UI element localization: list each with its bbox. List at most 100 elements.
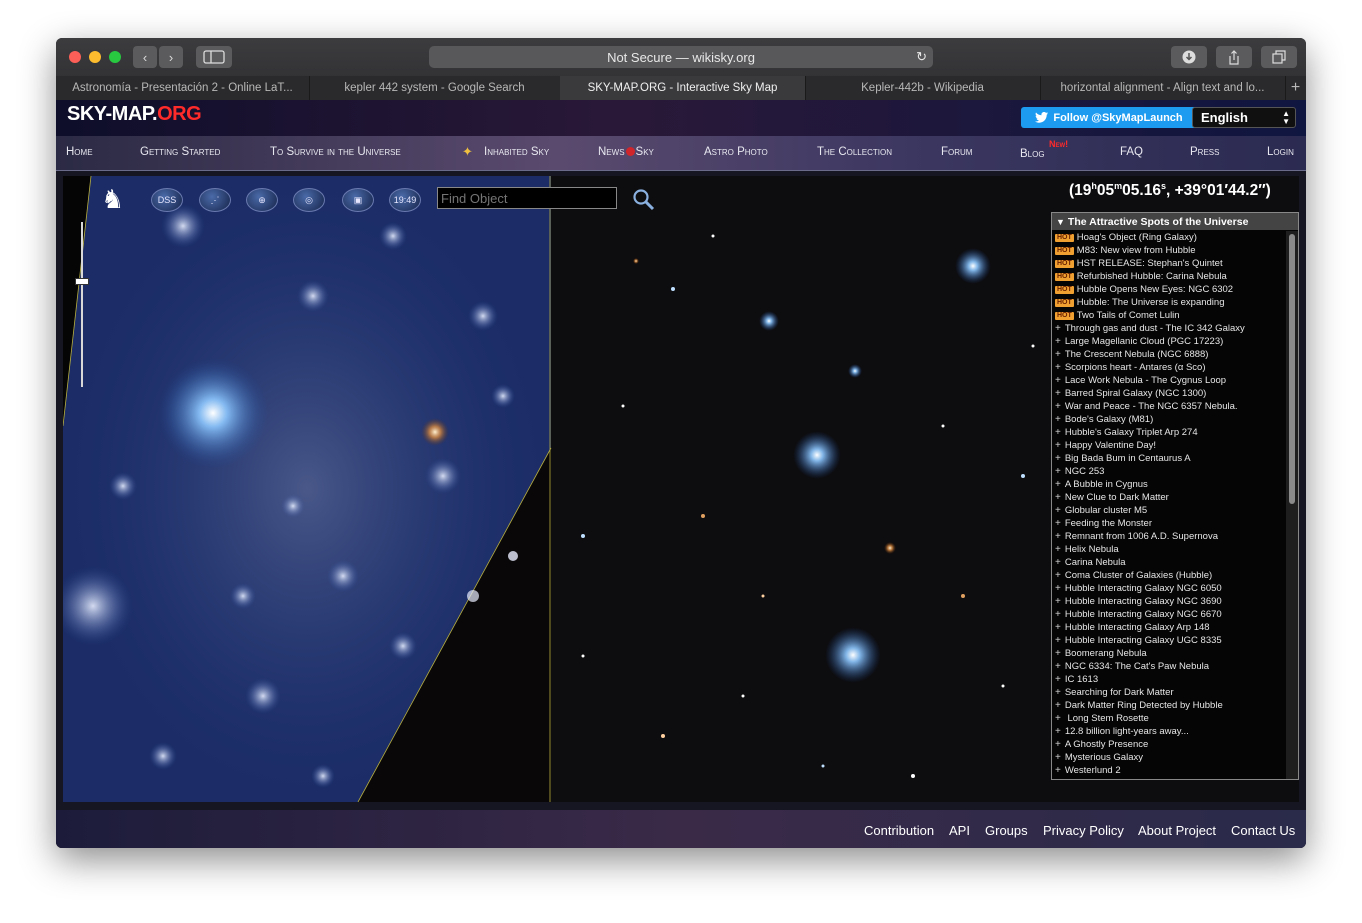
close-window-button[interactable]: [69, 51, 81, 63]
list-item[interactable]: + Big Bada Bum in Centaurus A: [1052, 452, 1286, 465]
list-item[interactable]: HOT M83: New view from Hubble: [1052, 244, 1286, 257]
list-item[interactable]: + War and Peace - The NGC 6357 Nebula.: [1052, 400, 1286, 413]
back-button[interactable]: ‹: [133, 46, 157, 68]
nav-getting-started[interactable]: Getting Started: [140, 146, 220, 158]
nav-the-collection[interactable]: The Collection: [817, 146, 892, 158]
list-item[interactable]: + Feeding the Monster: [1052, 517, 1286, 530]
language-select[interactable]: English ▲ ▼: [1192, 107, 1296, 128]
nav-inhabited-sky[interactable]: Inhabited Sky: [484, 146, 549, 158]
grid-button[interactable]: ⊕: [246, 188, 278, 212]
footer-api-link[interactable]: API: [949, 823, 970, 838]
reload-icon[interactable]: ↻: [916, 49, 927, 65]
list-item[interactable]: HOT HST RELEASE: Stephan's Quintet: [1052, 257, 1286, 270]
nav-press[interactable]: Press: [1190, 146, 1219, 158]
forward-button[interactable]: ›: [159, 46, 183, 68]
downloads-button[interactable]: [1171, 46, 1207, 68]
list-item[interactable]: HOT Hoag's Object (Ring Galaxy): [1052, 231, 1286, 244]
list-item[interactable]: + Scorpions heart - Antares (α Sco): [1052, 361, 1286, 374]
skymap-logo-icon[interactable]: ♞: [101, 182, 135, 216]
tab-4[interactable]: Kepler-442b - Wikipedia: [805, 76, 1041, 100]
panel-scrollbar[interactable]: [1286, 231, 1298, 779]
find-object-input[interactable]: [437, 187, 617, 209]
list-item[interactable]: HOT Hubble: The Universe is expanding: [1052, 296, 1286, 309]
sidebar-button[interactable]: [196, 46, 232, 68]
tabs-overview-button[interactable]: [1261, 46, 1297, 68]
footer-groups-link[interactable]: Groups: [985, 823, 1028, 838]
share-button[interactable]: [1216, 46, 1252, 68]
list-item[interactable]: + Dark Matter Ring Detected by Hubble: [1052, 699, 1286, 712]
plus-icon: +: [1055, 700, 1061, 711]
footer-privacy-link[interactable]: Privacy Policy: [1043, 823, 1124, 838]
sky-map-viewer[interactable]: ♞ DSS ⋰ ⊕ ◎ ▣ 19:49 (19h05m05.16s, +39°0…: [63, 176, 1299, 802]
tab-3-active[interactable]: SKY-MAP.ORG - Interactive Sky Map: [560, 76, 806, 100]
tab-5[interactable]: horizontal alignment - Align text and lo…: [1040, 76, 1286, 100]
list-item[interactable]: + Hubble's Galaxy Triplet Arp 274: [1052, 426, 1286, 439]
list-item[interactable]: + Westerlund 2: [1052, 764, 1286, 777]
tab-2[interactable]: kepler 442 system - Google Search: [309, 76, 561, 100]
list-item[interactable]: + Globular cluster M5: [1052, 504, 1286, 517]
time-button[interactable]: 19:49: [389, 188, 421, 212]
site-logo[interactable]: SKY-MAP.ORG: [67, 103, 202, 126]
nav-home[interactable]: Home: [66, 146, 93, 158]
list-item[interactable]: + Happy Valentine Day!: [1052, 439, 1286, 452]
list-item[interactable]: + Hubble Interacting Galaxy NGC 6050: [1052, 582, 1286, 595]
search-button[interactable]: [632, 188, 656, 212]
nav-news[interactable]: News Sky: [598, 146, 654, 158]
nav-blog[interactable]: Blog: [1020, 148, 1045, 160]
list-item[interactable]: + Carina Nebula: [1052, 556, 1286, 569]
list-item[interactable]: + A Bubble in Cygnus: [1052, 478, 1286, 491]
list-item[interactable]: + Hubble Interacting Galaxy NGC 3690: [1052, 595, 1286, 608]
address-bar[interactable]: Not Secure — wikisky.org ↻: [429, 46, 933, 68]
chevron-left-icon: ‹: [142, 49, 148, 65]
list-item[interactable]: + Lace Work Nebula - The Cygnus Loop: [1052, 374, 1286, 387]
list-item[interactable]: + Searching for Dark Matter: [1052, 686, 1286, 699]
nav-to-survive[interactable]: To Survive in the Universe: [270, 146, 401, 158]
list-item[interactable]: + NGC 253: [1052, 465, 1286, 478]
list-item[interactable]: + Coma Cluster of Galaxies (Hubble): [1052, 569, 1286, 582]
camera-icon: ▣: [353, 194, 363, 205]
nav-faq[interactable]: FAQ: [1120, 146, 1143, 158]
panel-header[interactable]: ▼ The Attractive Spots of the Universe: [1052, 213, 1298, 230]
new-tab-button[interactable]: +: [1285, 76, 1306, 100]
galaxy-button[interactable]: ◎: [293, 188, 325, 212]
list-item[interactable]: + Bode's Galaxy (M81): [1052, 413, 1286, 426]
minimize-window-button[interactable]: [89, 51, 101, 63]
list-item[interactable]: + Hubble Interacting Galaxy NGC 6670: [1052, 608, 1286, 621]
item-label: Hubble Opens New Eyes: NGC 6302: [1076, 284, 1234, 295]
item-label: IC 1613: [1064, 674, 1099, 685]
list-item[interactable]: + Helix Nebula: [1052, 543, 1286, 556]
tab-1[interactable]: Astronomía - Presentación 2 - Online LaT…: [56, 76, 310, 100]
list-item[interactable]: + The Crescent Nebula (NGC 6888): [1052, 348, 1286, 361]
list-item[interactable]: + A Ghostly Presence: [1052, 738, 1286, 751]
snapshot-button[interactable]: ▣: [342, 188, 374, 212]
list-item[interactable]: + Boomerang Nebula: [1052, 647, 1286, 660]
list-item[interactable]: + Large Magellanic Cloud (PGC 17223): [1052, 335, 1286, 348]
list-item[interactable]: + NGC 6334: The Cat's Paw Nebula: [1052, 660, 1286, 673]
list-item[interactable]: + Barred Spiral Galaxy (NGC 1300): [1052, 387, 1286, 400]
constellations-button[interactable]: ⋰: [199, 188, 231, 212]
footer-about-link[interactable]: About Project: [1138, 823, 1216, 838]
zoom-window-button[interactable]: [109, 51, 121, 63]
list-item[interactable]: + Remnant from 1006 A.D. Supernova: [1052, 530, 1286, 543]
nav-astro-photo[interactable]: Astro Photo: [704, 146, 768, 158]
list-item[interactable]: + Through gas and dust - The IC 342 Galax…: [1052, 322, 1286, 335]
list-item[interactable]: +12.8 billion light-years away...: [1052, 725, 1286, 738]
twitter-follow-button[interactable]: Follow @SkyMapLaunch: [1021, 107, 1197, 128]
list-item[interactable]: + Long Stem Rosette: [1052, 712, 1286, 725]
list-item[interactable]: + IC 1613: [1052, 673, 1286, 686]
list-item[interactable]: HOT Two Tails of Comet Lulin: [1052, 309, 1286, 322]
nav-login[interactable]: Login: [1267, 146, 1294, 158]
list-item[interactable]: + Hubble Interacting Galaxy UGC 8335: [1052, 634, 1286, 647]
list-item[interactable]: + Mysterious Galaxy: [1052, 751, 1286, 764]
scrollbar-thumb[interactable]: [1289, 234, 1295, 504]
list-item[interactable]: HOT Hubble Opens New Eyes: NGC 6302: [1052, 283, 1286, 296]
dss-button[interactable]: DSS: [151, 188, 183, 212]
nav-forum[interactable]: Forum: [941, 146, 972, 158]
footer-contribution-link[interactable]: Contribution: [864, 823, 934, 838]
footer-contact-link[interactable]: Contact Us: [1231, 823, 1295, 838]
list-item[interactable]: HOT Refurbished Hubble: Carina Nebula: [1052, 270, 1286, 283]
zoom-handle[interactable]: [75, 278, 89, 285]
zoom-slider[interactable]: [75, 222, 89, 392]
list-item[interactable]: + Hubble Interacting Galaxy Arp 148: [1052, 621, 1286, 634]
list-item[interactable]: + New Clue to Dark Matter: [1052, 491, 1286, 504]
